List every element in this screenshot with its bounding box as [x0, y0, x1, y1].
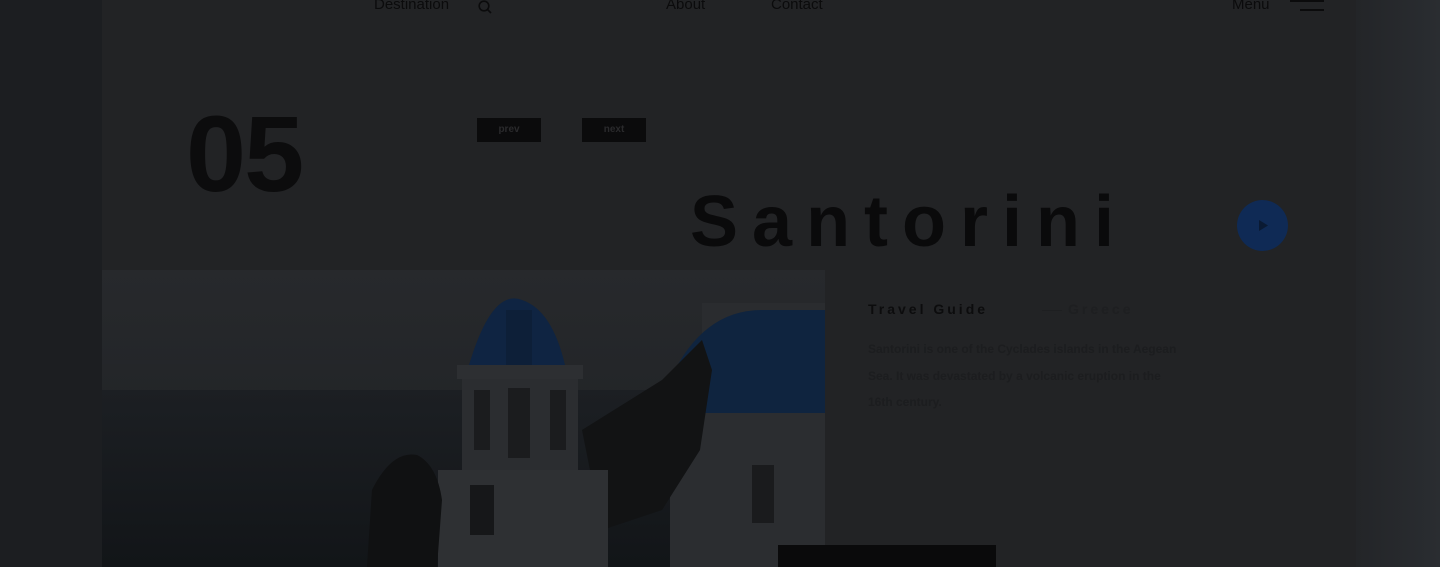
country-label: Greece — [1068, 301, 1134, 317]
nav-link-contact[interactable]: Contact — [771, 0, 823, 13]
next-button[interactable]: next — [582, 118, 646, 142]
menu-icon[interactable] — [1290, 0, 1324, 12]
page-backdrop-right — [1356, 0, 1440, 567]
nav-link-destination[interactable]: Destination — [374, 0, 449, 13]
country-divider — [1042, 310, 1062, 311]
prev-button[interactable]: prev — [477, 118, 541, 142]
menu-label[interactable]: Menu — [1232, 0, 1270, 13]
destination-title: Santorini — [690, 182, 1129, 262]
page-backdrop-left — [0, 0, 102, 567]
explore-button[interactable] — [778, 545, 996, 567]
nav-link-about[interactable]: About — [666, 0, 705, 13]
search-icon[interactable] — [478, 0, 492, 14]
destination-description: Santorini is one of the Cyclades islands… — [868, 342, 1177, 409]
destination-card: Destination About Contact Menu 05 prev n… — [102, 0, 1356, 567]
guide-label: Travel Guide — [868, 301, 989, 317]
santorini-hero-image — [102, 270, 825, 567]
play-icon — [1259, 220, 1268, 231]
slide-number: 05 — [186, 100, 303, 202]
play-button[interactable] — [1237, 200, 1288, 251]
